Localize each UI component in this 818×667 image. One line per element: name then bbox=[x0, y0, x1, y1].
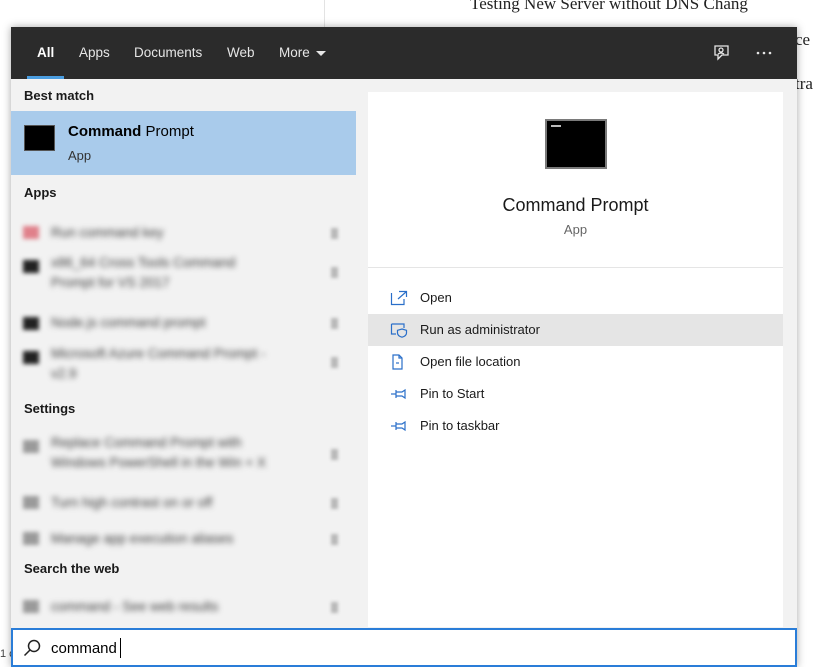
chevron-down-icon bbox=[315, 50, 326, 56]
app-icon bbox=[23, 351, 39, 364]
pin-icon bbox=[390, 386, 408, 402]
command-prompt-icon bbox=[24, 125, 55, 151]
action-label: Run as administrator bbox=[420, 322, 540, 337]
list-item-text: Node.js command prompt bbox=[51, 315, 206, 330]
tab-apps[interactable]: Apps bbox=[79, 27, 110, 79]
list-item-app[interactable]: Microsoft Azure Command Prompt - v2.9 bbox=[11, 343, 356, 389]
tab-label: Documents bbox=[134, 45, 203, 60]
search-topbar: All Apps Documents Web More bbox=[11, 27, 797, 79]
feedback-icon[interactable] bbox=[709, 41, 733, 65]
settings-icon bbox=[23, 532, 39, 545]
list-item-text: Manage app execution aliases bbox=[51, 531, 234, 546]
shield-icon bbox=[390, 322, 408, 338]
tab-more[interactable]: More bbox=[279, 27, 326, 79]
tab-web[interactable]: Web bbox=[227, 27, 255, 79]
app-icon bbox=[23, 226, 39, 239]
document-text-line: Testing New Server without DNS Chang bbox=[470, 0, 748, 13]
tab-documents[interactable]: Documents bbox=[134, 27, 202, 79]
list-item-app[interactable]: Node.js command prompt bbox=[11, 307, 356, 339]
action-label: Pin to Start bbox=[420, 386, 485, 401]
app-icon bbox=[23, 317, 39, 330]
chevron-right-icon bbox=[331, 602, 338, 613]
search-icon bbox=[22, 638, 42, 658]
tab-label: Apps bbox=[79, 45, 110, 60]
file-location-icon bbox=[390, 354, 408, 370]
action-pin-to-taskbar[interactable]: Pin to taskbar bbox=[368, 410, 783, 442]
chevron-right-icon bbox=[331, 449, 338, 460]
pin-icon bbox=[390, 418, 408, 434]
list-item-text: x86_64 Cross Tools Command Prompt for VS … bbox=[51, 255, 236, 290]
list-item-text: Turn high contrast on or off bbox=[51, 495, 213, 510]
document-text-line: ce bbox=[795, 30, 811, 49]
tab-label: More bbox=[279, 45, 310, 60]
best-match-command-prompt[interactable]: Command Prompt App bbox=[11, 111, 356, 175]
list-item-setting[interactable]: Turn high contrast on or off bbox=[11, 487, 356, 519]
search-panel: All Apps Documents Web More Best match C… bbox=[11, 27, 797, 667]
settings-icon bbox=[23, 496, 39, 509]
best-match-title: Command Prompt bbox=[68, 123, 194, 140]
chevron-right-icon bbox=[331, 498, 338, 509]
action-label: Open bbox=[420, 290, 452, 305]
action-open[interactable]: Open bbox=[368, 282, 783, 314]
title-rest: Prompt bbox=[141, 123, 194, 140]
document-text-line: tra bbox=[795, 74, 813, 93]
list-item-text: Run command key bbox=[51, 225, 164, 240]
action-pin-to-start[interactable]: Pin to Start bbox=[368, 378, 783, 410]
preview-subtitle: App bbox=[563, 222, 588, 237]
preview-pane: Command Prompt App Open Run as administr… bbox=[368, 92, 783, 627]
list-item-text: Replace Command Prompt with Windows Power… bbox=[51, 435, 266, 470]
list-item-setting[interactable]: Manage app execution aliases bbox=[11, 523, 356, 555]
best-match-subtitle: App bbox=[68, 148, 92, 163]
title-bold: Command bbox=[68, 123, 142, 140]
action-open-file-location[interactable]: Open file location bbox=[368, 346, 783, 378]
action-label: Pin to taskbar bbox=[420, 418, 500, 433]
chevron-right-icon bbox=[331, 228, 338, 239]
tab-label: Web bbox=[227, 45, 255, 60]
list-item-app[interactable]: Run command key bbox=[11, 217, 356, 249]
action-run-as-administrator[interactable]: Run as administrator bbox=[368, 314, 783, 346]
search-input[interactable] bbox=[51, 636, 751, 660]
chevron-right-icon bbox=[331, 267, 338, 278]
command-prompt-icon bbox=[545, 119, 607, 169]
search-icon bbox=[23, 600, 39, 613]
divider bbox=[368, 267, 783, 268]
section-heading-apps: Apps bbox=[24, 185, 57, 200]
more-options-icon[interactable] bbox=[752, 41, 776, 65]
action-label: Open file location bbox=[420, 354, 521, 369]
chevron-right-icon bbox=[331, 357, 338, 368]
search-box[interactable] bbox=[11, 628, 797, 667]
text-cursor bbox=[120, 638, 121, 658]
chevron-right-icon bbox=[331, 534, 338, 545]
section-heading-best-match: Best match bbox=[24, 88, 95, 103]
settings-icon bbox=[23, 440, 39, 453]
list-item-text: Microsoft Azure Command Prompt - v2.9 bbox=[51, 346, 266, 381]
list-item-text: command - See web results bbox=[51, 599, 219, 614]
tab-label: All bbox=[37, 45, 55, 60]
open-icon bbox=[390, 290, 408, 306]
section-heading-search-web: Search the web bbox=[24, 561, 120, 576]
section-heading-settings: Settings bbox=[24, 401, 76, 416]
app-icon bbox=[23, 260, 39, 273]
list-item-setting[interactable]: Replace Command Prompt with Windows Power… bbox=[11, 431, 356, 477]
list-item-web-result[interactable]: command - See web results bbox=[11, 591, 356, 623]
list-item-app[interactable]: x86_64 Cross Tools Command Prompt for VS … bbox=[11, 251, 356, 297]
tab-all[interactable]: All bbox=[26, 27, 65, 79]
results-list: Best match Command Prompt App Apps Run c… bbox=[11, 79, 356, 627]
chevron-right-icon bbox=[331, 318, 338, 329]
preview-title: Command Prompt bbox=[502, 195, 649, 215]
